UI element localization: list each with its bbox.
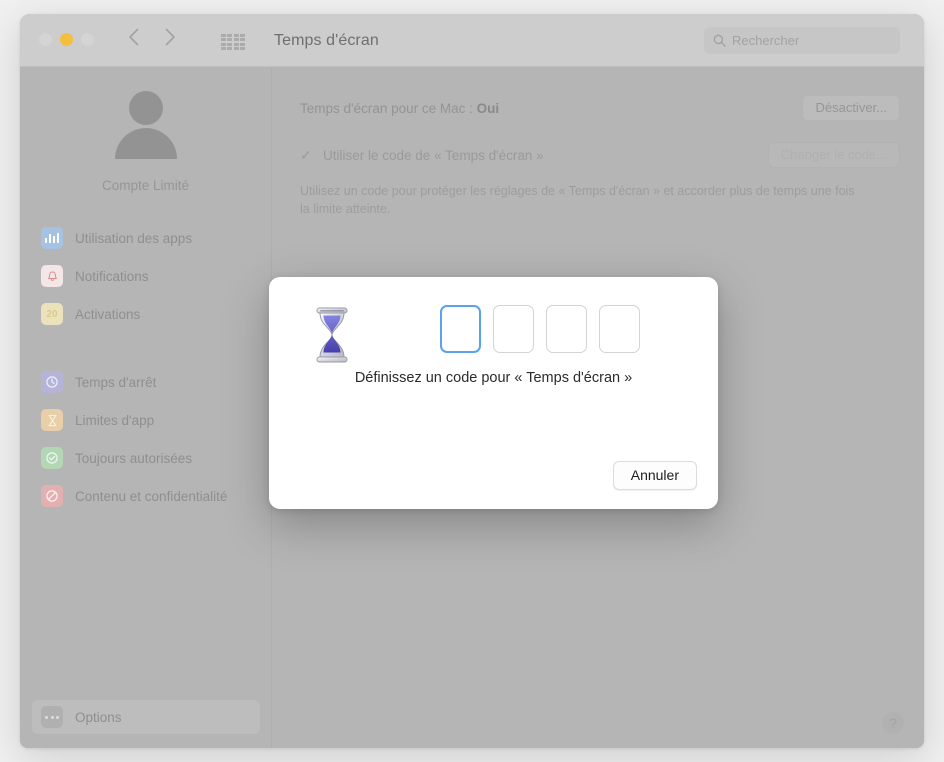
options-button[interactable]: Options <box>32 700 260 734</box>
show-all-grid-icon[interactable] <box>221 34 245 50</box>
app-limits-hourglass-icon <box>41 409 63 431</box>
pickups-icon: 20 <box>41 303 63 325</box>
passcode-input-group <box>440 305 640 353</box>
sidebar-item-always-allowed[interactable]: Toujours autorisées <box>32 439 259 477</box>
turn-off-button[interactable]: Désactiver... <box>802 95 900 121</box>
sidebar: Compte Limité Utilisation des apps Notif… <box>20 67 272 748</box>
hourglass-icon <box>305 305 359 365</box>
sidebar-item-label: Limites d'app <box>75 412 155 428</box>
screen-time-status: Temps d'écran pour ce Mac : Oui <box>300 101 499 116</box>
always-allowed-check-icon <box>41 447 63 469</box>
app-usage-icon <box>41 227 63 249</box>
back-chevron-left-icon[interactable] <box>128 28 139 46</box>
sidebar-item-activations[interactable]: 20 Activations <box>32 295 259 333</box>
use-passcode-label: Utiliser le code de « Temps d'écran » <box>323 147 544 163</box>
window-titlebar: Temps d'écran Rechercher <box>20 14 924 67</box>
close-window-button[interactable] <box>39 33 52 46</box>
downtime-clock-icon <box>41 371 63 393</box>
forward-chevron-right-icon[interactable] <box>165 28 176 46</box>
passcode-digit-1[interactable] <box>440 305 481 353</box>
sidebar-item-label: Toujours autorisées <box>75 450 193 466</box>
sidebar-item-label: Notifications <box>75 268 149 284</box>
dialog-prompt: Définissez un code pour « Temps d'écran … <box>354 370 633 386</box>
sidebar-item-notifications[interactable]: Notifications <box>32 257 259 295</box>
search-icon <box>713 34 726 47</box>
system-preferences-window: Temps d'écran Rechercher Compte Limité U… <box>20 14 924 748</box>
screen-time-status-row: Temps d'écran pour ce Mac : Oui Désactiv… <box>300 95 900 121</box>
person-avatar-icon <box>107 89 185 167</box>
ellipsis-icon <box>41 706 63 728</box>
bell-icon <box>41 265 63 287</box>
use-passcode-row: ✓ Utiliser le code de « Temps d'écran » … <box>300 142 900 168</box>
account-name: Compte Limité <box>101 178 190 193</box>
passcode-description: Utilisez un code pour protéger les régla… <box>300 184 855 217</box>
search-input[interactable]: Rechercher <box>704 27 900 54</box>
sidebar-item-label: Temps d'arrêt <box>75 374 157 390</box>
content-privacy-prohibition-icon <box>41 485 63 507</box>
options-label: Options <box>75 709 122 725</box>
sidebar-item-app-usage[interactable]: Utilisation des apps <box>32 219 259 257</box>
status-value: Oui <box>476 100 500 116</box>
passcode-digit-2[interactable] <box>493 305 534 353</box>
cancel-button[interactable]: Annuler <box>612 461 697 490</box>
sidebar-item-downtime[interactable]: Temps d'arrêt <box>32 363 259 401</box>
use-passcode-checkbox[interactable]: ✓ Utiliser le code de « Temps d'écran » <box>300 147 544 164</box>
passcode-digit-4[interactable] <box>599 305 640 353</box>
sidebar-group-usage: Utilisation des apps Notifications 20 Ac… <box>20 219 271 333</box>
sidebar-item-content-privacy[interactable]: Contenu et confidentialité <box>32 477 259 515</box>
navigation-arrows <box>128 28 176 46</box>
traffic-light-group <box>39 33 94 46</box>
change-passcode-button[interactable]: Changer le code... <box>767 142 900 168</box>
sidebar-item-label: Contenu et confidentialité <box>75 488 228 504</box>
account-profile: Compte Limité <box>20 67 271 193</box>
set-passcode-dialog: Définissez un code pour « Temps d'écran … <box>269 277 718 509</box>
sidebar-group-limits: Temps d'arrêt Limites d'app Toujours aut… <box>20 363 271 515</box>
zoom-window-button[interactable] <box>81 33 94 46</box>
checkmark-icon: ✓ <box>300 146 312 163</box>
sidebar-item-label: Activations <box>75 306 141 322</box>
sidebar-item-app-limits[interactable]: Limites d'app <box>32 401 259 439</box>
page-title: Temps d'écran <box>274 32 379 49</box>
help-button[interactable]: ? <box>882 712 904 734</box>
search-placeholder: Rechercher <box>732 33 800 48</box>
status-prefix: Temps d'écran pour ce Mac : <box>300 100 473 116</box>
passcode-digit-3[interactable] <box>546 305 587 353</box>
sidebar-item-label: Utilisation des apps <box>75 230 193 246</box>
minimize-window-button[interactable] <box>60 33 73 46</box>
